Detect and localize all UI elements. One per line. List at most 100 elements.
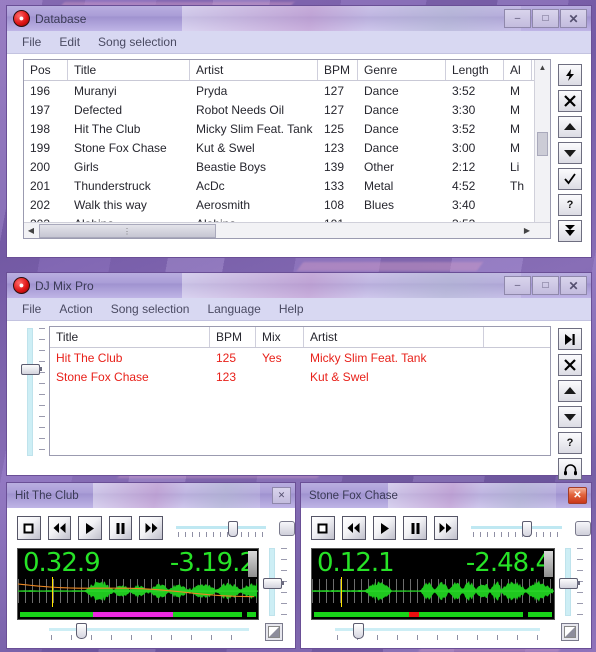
pause-button[interactable] bbox=[403, 516, 428, 540]
slider-knob[interactable] bbox=[76, 623, 87, 639]
table-row[interactable]: 201 Thunderstruck AcDc 133 Metal 4:52 Th bbox=[24, 176, 550, 195]
mixer-menubar[interactable]: File Action Song selection Language Help bbox=[7, 298, 591, 321]
database-window-buttons[interactable]: – □ ✕ bbox=[504, 9, 591, 28]
table-row[interactable]: Hit The Club 125 Yes Micky Slim Feat. Tank bbox=[50, 348, 550, 367]
vertical-scroll-thumb[interactable] bbox=[537, 132, 548, 156]
mixer-window[interactable]: ● DJ Mix Pro – □ ✕ File Action Song sele… bbox=[6, 272, 592, 480]
question-mark-icon[interactable]: ? bbox=[558, 194, 582, 216]
table-row[interactable]: 198 Hit The Club Micky Slim Feat. Tank 125 D… bbox=[24, 119, 550, 138]
close-button[interactable]: ✕ bbox=[272, 487, 291, 504]
database-window[interactable]: ● Database – □ ✕ File Edit Song selectio… bbox=[6, 5, 592, 258]
player-right-transport[interactable] bbox=[301, 508, 592, 540]
database-toolbar[interactable]: ? bbox=[558, 64, 582, 242]
table-row[interactable]: 200 Girls Beastie Boys 139 Other 2:12 Li bbox=[24, 157, 550, 176]
menu-file[interactable]: File bbox=[13, 300, 50, 318]
table-row[interactable]: 199 Stone Fox Chase Kut & Swel 123 Dance 3:00… bbox=[24, 138, 550, 157]
maximize-button[interactable]: □ bbox=[532, 276, 559, 295]
mixer-playlist-table[interactable]: Title BPM Mix Artist Hit The Club 125 Yes Mick… bbox=[49, 326, 551, 456]
database-vertical-scrollbar[interactable]: ▲ ▼ bbox=[534, 60, 550, 238]
menu-song-selection[interactable]: Song selection bbox=[102, 300, 199, 318]
mixer-toolbar[interactable]: ? bbox=[558, 328, 582, 480]
cue-button[interactable] bbox=[574, 520, 592, 536]
maximize-button[interactable]: □ bbox=[532, 9, 559, 28]
column-header-title[interactable]: Title bbox=[50, 327, 210, 347]
scroll-up-icon[interactable]: ▲ bbox=[535, 60, 550, 75]
player-right-waveform[interactable]: 0.12.1 -2.48.4 bbox=[311, 548, 555, 620]
table-row[interactable]: 202 Walk this way Aerosmith 108 Blues 3:40 bbox=[24, 195, 550, 214]
stop-button[interactable] bbox=[311, 516, 335, 540]
slider-knob[interactable] bbox=[559, 578, 580, 589]
player-left-window-buttons[interactable]: ✕ bbox=[272, 487, 295, 504]
column-header-length[interactable]: Length bbox=[446, 60, 504, 80]
waveform-scroll-cap[interactable] bbox=[248, 551, 257, 577]
arrow-down-icon[interactable] bbox=[558, 142, 582, 164]
slider-knob[interactable] bbox=[521, 521, 532, 537]
scroll-left-icon[interactable]: ◀ bbox=[24, 223, 38, 238]
slider-knob[interactable] bbox=[227, 521, 238, 537]
pause-button[interactable] bbox=[108, 516, 133, 540]
database-horizontal-scrollbar[interactable]: ◀ ⋮ ▶ bbox=[24, 222, 550, 238]
mixer-window-buttons[interactable]: – □ ✕ bbox=[504, 276, 591, 295]
play-button[interactable] bbox=[372, 516, 397, 540]
loop-button[interactable] bbox=[561, 623, 579, 641]
rewind-button[interactable] bbox=[341, 516, 366, 540]
arrow-down-icon[interactable] bbox=[558, 406, 582, 428]
player-left-fine-slider[interactable] bbox=[49, 623, 249, 641]
slider-knob[interactable] bbox=[353, 623, 364, 639]
player-left-progress-bar[interactable] bbox=[20, 612, 256, 617]
menu-language[interactable]: Language bbox=[198, 300, 269, 318]
mix-level-slider[interactable] bbox=[21, 328, 47, 456]
lightning-icon[interactable] bbox=[558, 64, 582, 86]
close-x-icon[interactable] bbox=[558, 354, 582, 376]
table-row[interactable]: 197 Defected Robot Needs Oil 127 Dance 3:30 M bbox=[24, 100, 550, 119]
menu-help[interactable]: Help bbox=[270, 300, 313, 318]
column-header-title[interactable]: Title bbox=[68, 60, 190, 80]
column-header-al[interactable]: Al bbox=[504, 60, 532, 80]
slider-knob[interactable] bbox=[21, 364, 42, 375]
play-button[interactable] bbox=[78, 516, 102, 540]
player-right-progress-bar[interactable] bbox=[314, 612, 552, 617]
table-row[interactable]: Stone Fox Chase 123 Kut & Swel bbox=[50, 367, 550, 386]
rewind-button[interactable] bbox=[47, 516, 72, 540]
column-header-bpm[interactable]: BPM bbox=[318, 60, 358, 80]
close-x-icon[interactable] bbox=[558, 90, 582, 112]
column-header-artist[interactable]: Artist bbox=[190, 60, 318, 80]
menu-action[interactable]: Action bbox=[50, 300, 101, 318]
speed-slider[interactable] bbox=[175, 517, 266, 539]
minimize-button[interactable]: – bbox=[504, 9, 531, 28]
question-mark-icon[interactable]: ? bbox=[558, 432, 582, 454]
arrow-up-icon[interactable] bbox=[558, 116, 582, 138]
close-button[interactable]: ✕ bbox=[568, 487, 587, 504]
database-song-table[interactable]: Pos Title Artist BPM Genre Length Al 196 Murany… bbox=[23, 59, 551, 239]
skip-to-end-icon[interactable] bbox=[558, 328, 582, 350]
table-body[interactable]: 196 Muranyi Pryda 127 Dance 3:52 M 197 Defected R… bbox=[24, 81, 550, 233]
close-button[interactable]: ✕ bbox=[560, 276, 587, 295]
headphones-icon[interactable] bbox=[558, 458, 582, 480]
horizontal-scroll-thumb[interactable]: ⋮ bbox=[39, 224, 216, 238]
player-left-pitch-slider[interactable] bbox=[263, 548, 289, 616]
double-down-icon[interactable] bbox=[558, 220, 582, 242]
player-right-window[interactable]: Stone Fox Chase ✕ 0.12.1 -2.48.4 bbox=[300, 482, 592, 649]
stop-button[interactable] bbox=[17, 516, 41, 540]
player-right-fine-slider[interactable] bbox=[335, 623, 540, 641]
checkmark-icon[interactable] bbox=[558, 168, 582, 190]
menu-edit[interactable]: Edit bbox=[50, 33, 89, 51]
table-row[interactable]: 196 Muranyi Pryda 127 Dance 3:52 M bbox=[24, 81, 550, 100]
database-titlebar[interactable]: ● Database – □ ✕ bbox=[7, 6, 591, 31]
column-header-mix[interactable]: Mix bbox=[256, 327, 304, 347]
menu-file[interactable]: File bbox=[13, 33, 50, 51]
column-header-bpm[interactable]: BPM bbox=[210, 327, 256, 347]
loop-button[interactable] bbox=[265, 623, 283, 641]
cue-button[interactable] bbox=[278, 520, 296, 536]
table-body[interactable]: Hit The Club 125 Yes Micky Slim Feat. Tank S… bbox=[50, 348, 550, 386]
waveform-scroll-cap[interactable] bbox=[544, 551, 553, 577]
player-left-waveform[interactable]: 0.32.9 -3.19.2 bbox=[17, 548, 259, 620]
player-right-titlebar[interactable]: Stone Fox Chase ✕ bbox=[301, 483, 591, 508]
player-left-transport[interactable] bbox=[7, 508, 296, 540]
slider-knob[interactable] bbox=[263, 578, 284, 589]
mixer-titlebar[interactable]: ● DJ Mix Pro – □ ✕ bbox=[7, 273, 591, 298]
menu-song-selection[interactable]: Song selection bbox=[89, 33, 186, 51]
player-right-window-buttons[interactable]: ✕ bbox=[568, 487, 591, 504]
player-left-titlebar[interactable]: Hit The Club ✕ bbox=[7, 483, 295, 508]
column-header-pos[interactable]: Pos bbox=[24, 60, 68, 80]
